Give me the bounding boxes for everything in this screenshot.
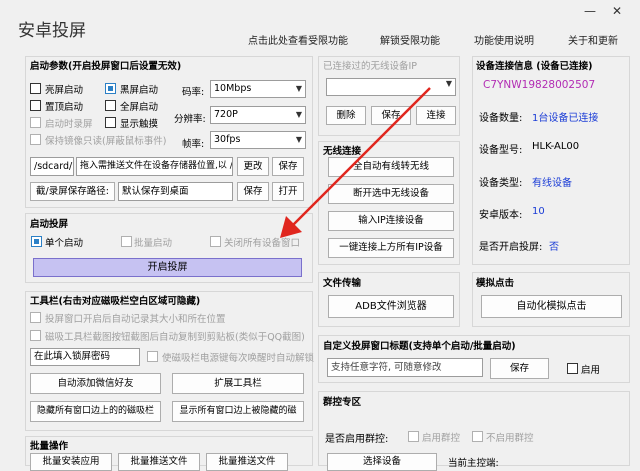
- red-arrow-annotation: [280, 87, 431, 238]
- arrow-shaft: [291, 87, 431, 227]
